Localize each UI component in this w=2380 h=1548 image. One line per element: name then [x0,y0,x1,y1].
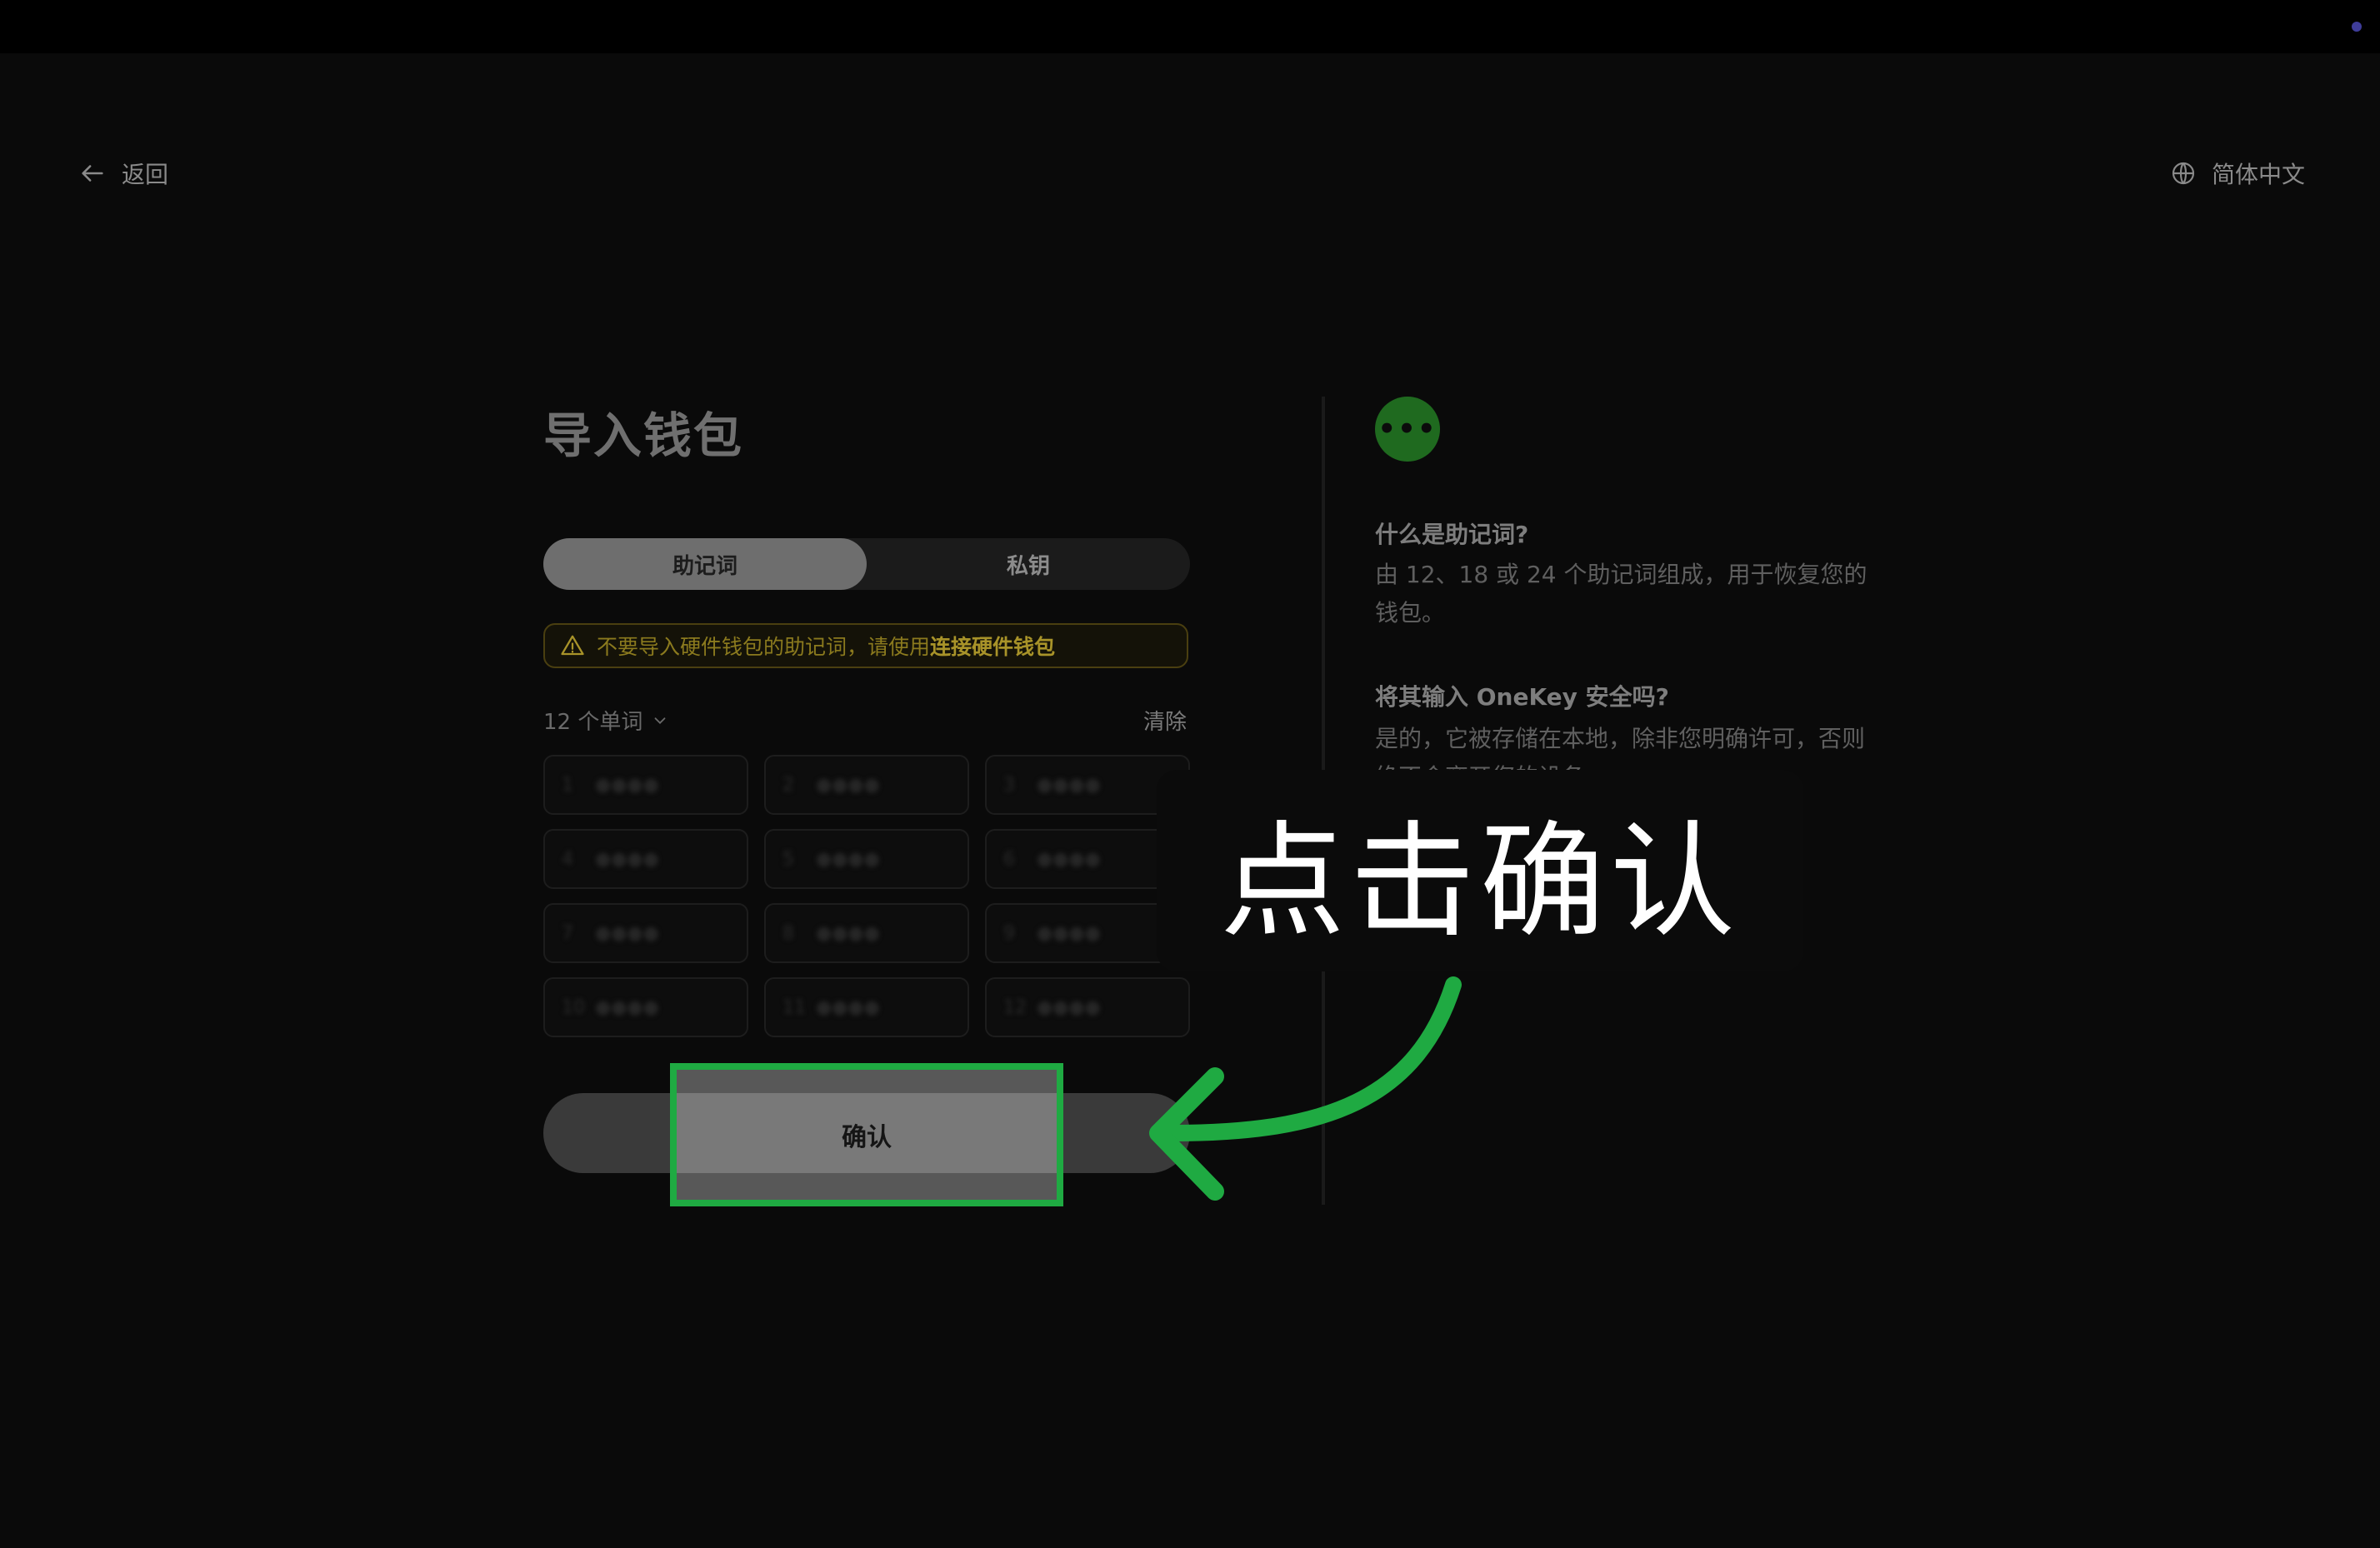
faq-question-1: 什么是助记词? [1375,521,1529,548]
word-index: 1 [562,775,573,796]
word-placeholder: ●●●● [1037,849,1101,870]
connect-hardware-link[interactable]: 连接硬件钱包 [930,635,1055,659]
clear-button[interactable]: 清除 [1143,705,1187,736]
warning-icon [561,635,584,656]
globe-icon [2172,162,2195,185]
tab-private-key[interactable]: 私钥 [867,538,1190,590]
word-placeholder: ●●●● [595,997,659,1018]
language-selector[interactable]: 简体中文 [2170,156,2305,191]
word-input-11[interactable]: 11 ●●●● [764,977,969,1037]
word-index: 5 [782,849,794,870]
word-index: 6 [1003,849,1015,870]
faq-question-2: 将其输入 OneKey 安全吗? [1375,683,1669,711]
word-index: 2 [782,775,794,796]
tab-mnemonic[interactable]: 助记词 [543,538,867,590]
word-index: 9 [1003,923,1015,944]
status-dot [2352,22,2362,32]
word-placeholder: ●●●● [816,849,880,870]
word-placeholder: ●●●● [816,775,880,796]
word-count-label: 12 个单词 [543,710,643,735]
hardware-warning-banner: 不要导入硬件钱包的助记词，请使用连接硬件钱包 [543,623,1188,668]
page-title: 导入钱包 [543,407,744,464]
word-input-7[interactable]: 7 ●●●● [543,903,748,963]
import-type-tabs: 助记词 私钥 [543,538,1190,590]
word-index: 3 [1003,775,1015,796]
language-label: 简体中文 [2212,161,2306,188]
more-dots-icon: ••• [1375,397,1440,462]
word-input-10[interactable]: 10 ●●●● [543,977,748,1037]
word-placeholder: ●●●● [816,923,880,944]
word-input-8[interactable]: 8 ●●●● [764,903,969,963]
back-label: 返回 [122,161,169,188]
word-count-select[interactable]: 12 个单词 [543,705,669,736]
word-index: 11 [782,997,806,1018]
warning-text: 不要导入硬件钱包的助记词，请使用 [597,635,931,659]
annotation-callout: 点击确认 [1157,770,1803,971]
word-index: 8 [782,923,794,944]
word-input-4[interactable]: 4 ●●●● [543,829,748,889]
word-input-1[interactable]: 1 ●●●● [543,755,748,815]
faq-answer-1: 由 12、18 或 24 个助记词组成，用于恢复您的钱包。 [1375,561,1868,627]
confirm-button[interactable]: 确认 [670,1063,1063,1206]
back-button[interactable]: 返回 [78,156,168,191]
word-index: 10 [562,997,585,1018]
word-placeholder: ●●●● [595,849,659,870]
word-placeholder: ●●●● [816,997,880,1018]
word-input-5[interactable]: 5 ●●●● [764,829,969,889]
arrow-left-icon [82,165,103,182]
word-placeholder: ●●●● [1037,923,1101,944]
word-placeholder: ●●●● [595,923,659,944]
word-index: 4 [562,849,573,870]
word-index: 7 [562,923,573,944]
chevron-down-icon [654,717,666,724]
word-input-12[interactable]: 12 ●●●● [985,977,1190,1037]
word-placeholder: ●●●● [595,775,659,796]
word-placeholder: ●●●● [1037,775,1101,796]
word-input-2[interactable]: 2 ●●●● [764,755,969,815]
word-index: 12 [1003,997,1027,1018]
window-top-bar [0,0,2380,53]
word-placeholder: ●●●● [1037,997,1101,1018]
